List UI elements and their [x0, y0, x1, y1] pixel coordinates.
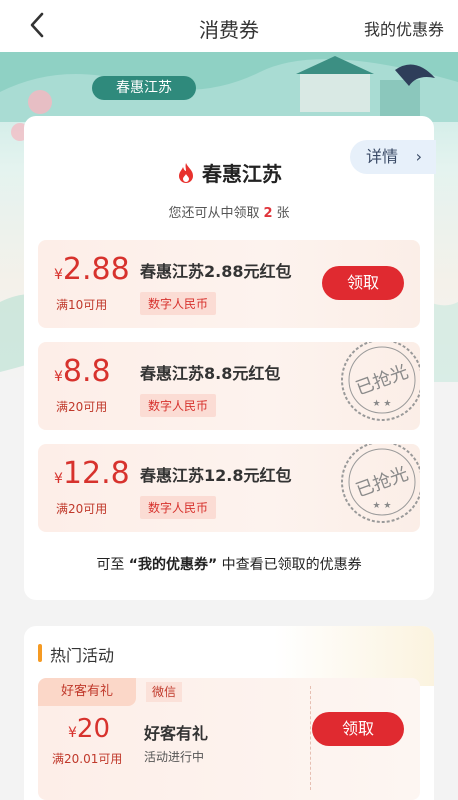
coupon-condition: 满20可用 [56, 400, 108, 414]
activity-condition: 满20.01可用 [52, 752, 123, 766]
claim-button[interactable]: 领取 [322, 266, 404, 300]
claim-button[interactable]: 领取 [312, 712, 404, 746]
section-decoration [274, 626, 434, 686]
svg-text:★ ★: ★ ★ [373, 501, 392, 511]
coupon-price: ¥12.8 [54, 456, 130, 491]
coupon-item: ¥8.8 满20可用 春惠江苏8.8元红包 数字人民币 已抢光 ★ ★ [38, 342, 420, 430]
activity-name: 好客有礼 [144, 724, 209, 743]
remaining-count: 2 [263, 206, 273, 221]
coupon-item: ¥12.8 满20可用 春惠江苏12.8元红包 数字人民币 已抢光 ★ ★ [38, 444, 420, 532]
coupon-name: 春惠江苏8.8元红包 [140, 364, 281, 383]
activity-tag: 好客有礼 [38, 678, 136, 706]
sold-out-stamp: 已抢光 ★ ★ [341, 444, 420, 523]
activity-status: 活动进行中 [144, 750, 205, 764]
remaining-count-text: 您还可从中领取 2 张 [168, 206, 290, 221]
coupon-name: 春惠江苏2.88元红包 [140, 262, 292, 281]
coupon-price: ¥2.88 [54, 252, 130, 287]
coupon-tag: 数字人民币 [140, 292, 217, 315]
dashed-divider [310, 686, 311, 790]
coupon-condition: 满20可用 [56, 502, 108, 516]
campaign-name: 春惠江苏 [202, 162, 282, 186]
coupon-price: ¥8.8 [54, 354, 111, 389]
campaign-title: 春惠江苏 [24, 158, 434, 187]
activity-item: 好客有礼 微信 ¥20 满20.01可用 好客有礼 活动进行中 领取 [38, 678, 420, 800]
svg-text:已抢光: 已抢光 [353, 463, 411, 501]
section-title: 热门活动 [38, 642, 114, 666]
coupon-name: 春惠江苏12.8元红包 [140, 466, 292, 485]
banner-tag: 春惠江苏 [92, 76, 196, 100]
coupon-item: ¥2.88 满10可用 春惠江苏2.88元红包 数字人民币 领取 [38, 240, 420, 328]
coupon-tag: 数字人民币 [140, 394, 217, 417]
coupon-condition: 满10可用 [56, 298, 108, 312]
my-coupons-link[interactable]: 我的优惠券 [364, 16, 444, 40]
svg-text:已抢光: 已抢光 [353, 361, 411, 399]
activity-price: ¥20 [68, 714, 111, 744]
coupon-card: 详情 › 春惠江苏 您还可从中领取 2 张 ¥2.88 满10可用 春惠江苏2.88… [24, 116, 436, 600]
my-coupons-inline-link[interactable]: “我的优惠券” [129, 557, 217, 573]
hot-activities-section: 热门活动 好客有礼 微信 ¥20 满20.01可用 好客有礼 活动进行中 领取 [24, 626, 434, 800]
sold-out-stamp: 已抢光 ★ ★ [341, 342, 420, 421]
channel-badge: 微信 [146, 682, 183, 702]
footnote: 可至 “我的优惠券” 中查看已领取的优惠券 [96, 557, 362, 573]
coupon-tag: 数字人民币 [140, 496, 217, 519]
top-bar: 消费券 我的优惠券 [0, 0, 458, 52]
svg-text:★ ★: ★ ★ [373, 399, 392, 409]
flame-icon [179, 163, 193, 183]
